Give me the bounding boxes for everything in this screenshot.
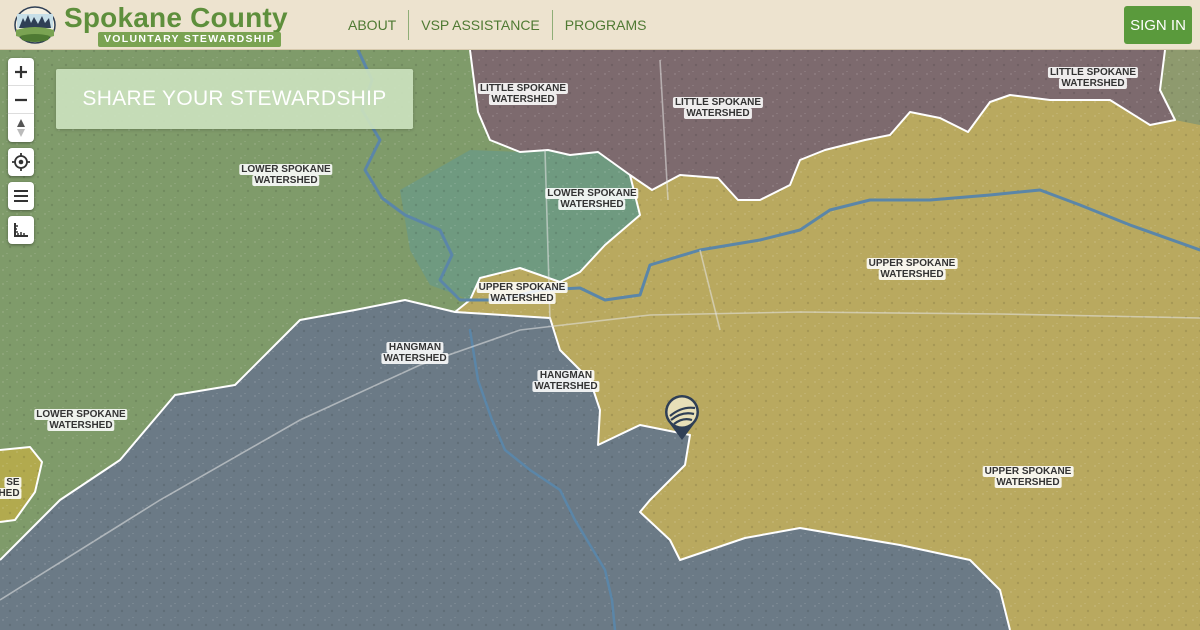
map-controls — [8, 58, 34, 250]
layers-control — [8, 182, 34, 210]
watershed-label: UPPER SPOKANE WATERSHED — [982, 466, 1074, 488]
plus-icon — [15, 65, 27, 78]
map-view[interactable]: LITTLE SPOKANE WATERSHED LITTLE SPOKANE WA… — [0, 50, 1200, 630]
map-base[interactable] — [0, 50, 1200, 630]
brand-title: Spokane County — [64, 2, 288, 33]
zoom-in-button[interactable] — [8, 58, 34, 86]
layers-button[interactable] — [8, 182, 34, 210]
compass-button[interactable] — [8, 114, 34, 142]
watershed-label: HANGMAN WATERSHED — [532, 370, 600, 392]
zoom-out-button[interactable] — [8, 86, 34, 114]
measure-control — [8, 216, 34, 244]
top-header: Spokane County VOLUNTARY STEWARDSHIP ABO… — [0, 0, 1200, 50]
watershed-label: SE HED — [0, 477, 22, 499]
brand[interactable]: Spokane County VOLUNTARY STEWARDSHIP — [64, 2, 288, 47]
watershed-label: LITTLE SPOKANE WATERSHED — [1047, 67, 1139, 89]
watershed-label: UPPER SPOKANE WATERSHED — [476, 282, 568, 304]
watershed-label: UPPER SPOKANE WATERSHED — [866, 258, 958, 280]
watershed-label: HANGMAN WATERSHED — [381, 342, 449, 364]
crosshair-icon — [12, 153, 30, 171]
watershed-label: LOWER SPOKANE WATERSHED — [545, 188, 639, 210]
nav-vsp-assistance[interactable]: VSP ASSISTANCE — [409, 10, 553, 40]
map-marker-icon[interactable] — [662, 392, 702, 442]
watershed-label: LITTLE SPOKANE WATERSHED — [672, 97, 764, 119]
watershed-label: LOWER SPOKANE WATERSHED — [239, 164, 333, 186]
nav-about[interactable]: ABOUT — [336, 10, 410, 40]
locate-button[interactable] — [8, 148, 34, 176]
watershed-label: LITTLE SPOKANE WATERSHED — [477, 83, 569, 105]
nav-programs[interactable]: PROGRAMS — [553, 10, 659, 40]
main-nav: ABOUT VSP ASSISTANCE PROGRAMS — [336, 10, 658, 40]
zoom-controls — [8, 58, 34, 142]
locate-control — [8, 148, 34, 176]
share-stewardship-button[interactable]: SHARE YOUR STEWARDSHIP — [56, 69, 413, 129]
menu-icon — [14, 190, 28, 202]
brand-subtitle: VOLUNTARY STEWARDSHIP — [98, 32, 282, 47]
watershed-label: LOWER SPOKANE WATERSHED — [34, 409, 128, 431]
logo-icon[interactable] — [14, 6, 56, 44]
sign-in-button[interactable]: SIGN IN — [1124, 6, 1192, 44]
minus-icon — [15, 98, 27, 101]
measure-button[interactable] — [8, 216, 34, 244]
ruler-icon — [14, 223, 28, 237]
compass-icon — [17, 119, 25, 137]
